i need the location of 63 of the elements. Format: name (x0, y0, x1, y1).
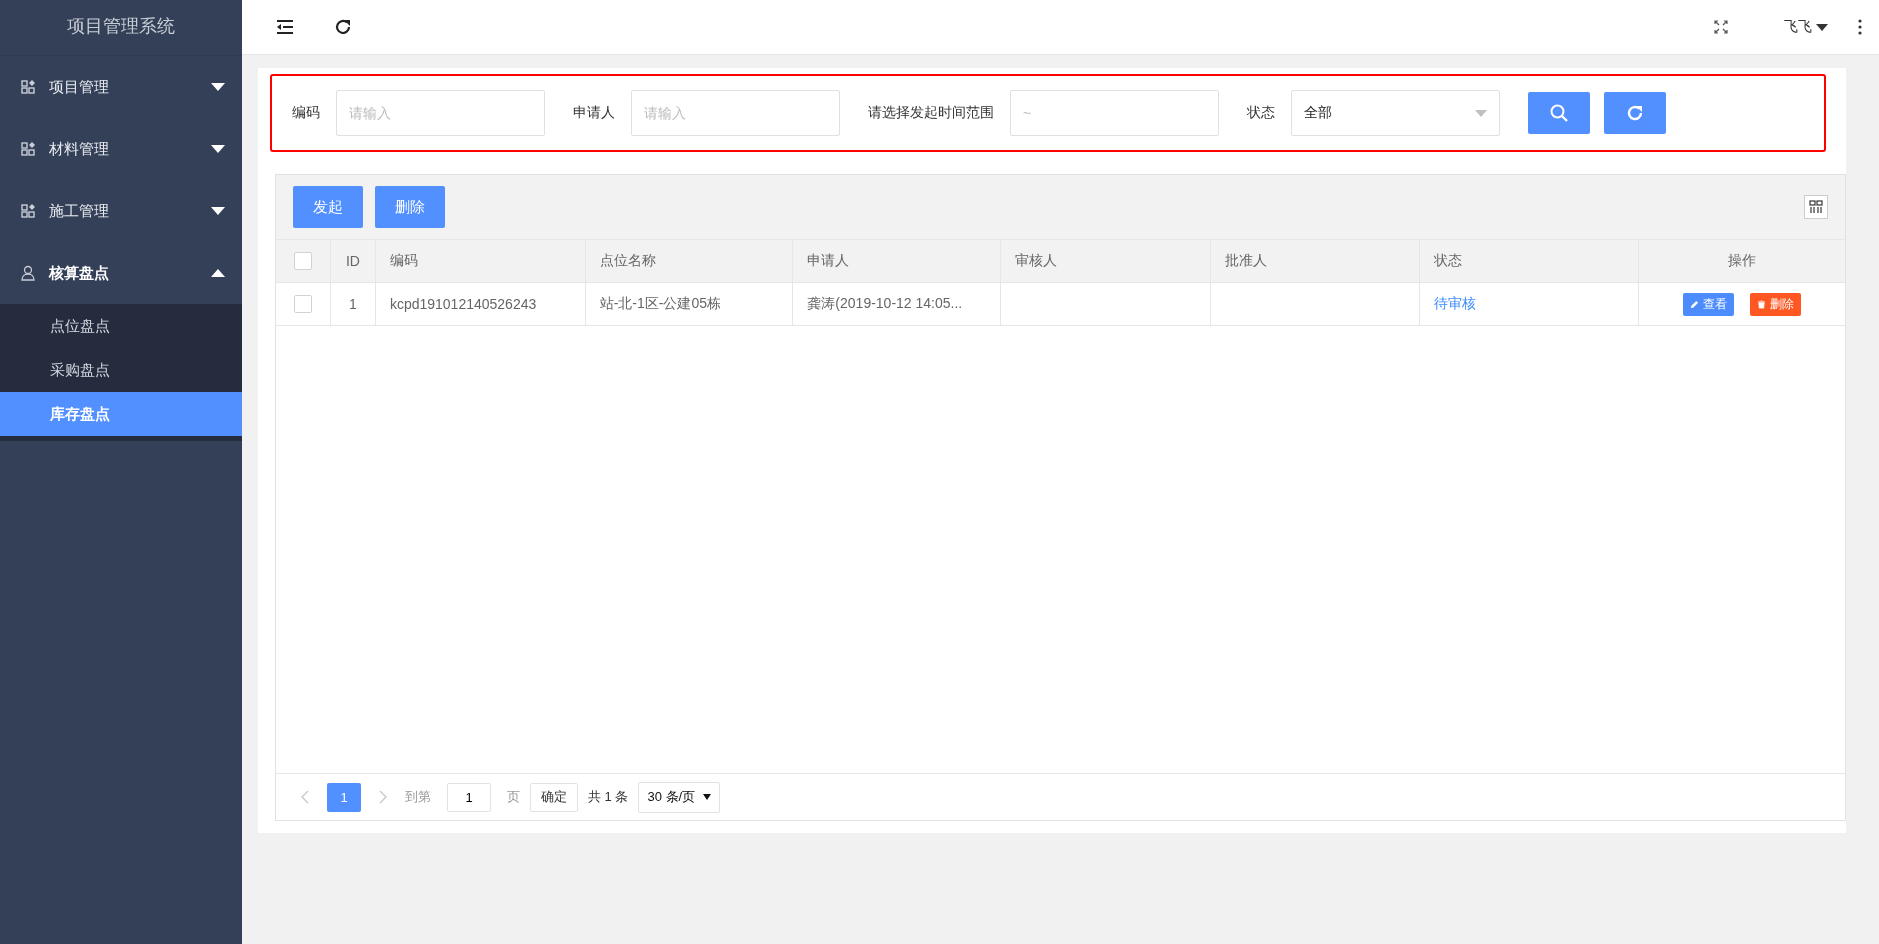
chevron-right-icon[interactable] (379, 790, 387, 804)
confirm-button[interactable]: 确定 (530, 782, 578, 812)
filter-label: 状态 (1247, 104, 1275, 122)
sidebar-submenu-item[interactable]: 采购盘点 (0, 348, 242, 392)
table-cell: kcpd191012140526243 (389, 296, 537, 312)
trash-icon (1757, 299, 1767, 309)
caret-up-icon (211, 269, 225, 277)
table-cell: 1 (349, 296, 357, 312)
column-header: ID (345, 253, 360, 269)
page-input[interactable]: 1 (447, 782, 491, 812)
page-unit-label: 页 (507, 788, 520, 806)
checkbox[interactable] (293, 295, 312, 313)
search-icon (1550, 104, 1568, 122)
table-cell: 龚涛(2019-10-12 14:05... (807, 295, 963, 313)
column-header: 申请人 (807, 252, 850, 270)
column-header: 点位名称 (599, 252, 656, 270)
sidebar-submenu-item[interactable]: 点位盘点 (0, 304, 242, 348)
reset-button[interactable] (1604, 92, 1666, 134)
sidebar-item-label: 核算盘点 (49, 263, 110, 283)
sidebar-item-label: 项目管理 (49, 77, 110, 97)
sidebar-menu-item[interactable]: 施工管理 (0, 180, 242, 242)
columns-icon[interactable] (1804, 195, 1828, 219)
caret-down-icon (211, 145, 225, 153)
filter-label: 编码 (292, 104, 320, 122)
grid-icon (21, 79, 37, 95)
sidebar-item-label: 材料管理 (49, 139, 110, 159)
pencil-icon (1690, 299, 1700, 309)
caret-down-icon (211, 207, 225, 215)
column-header: 编码 (389, 252, 418, 270)
refresh-icon (1626, 104, 1644, 122)
input-field[interactable]: ~ (1010, 90, 1219, 136)
grid-icon (21, 203, 37, 219)
filter-label: 申请人 (573, 104, 615, 122)
input-field[interactable]: 请输入 (336, 90, 545, 136)
filter-label: 请选择发起时间范围 (868, 104, 994, 122)
sidebar-menu-item[interactable]: 材料管理 (0, 118, 242, 180)
checkbox[interactable] (293, 252, 312, 270)
sidebar-menu-item[interactable]: 项目管理 (0, 56, 242, 118)
sidebar-menu-item[interactable]: 核算盘点 (0, 242, 242, 304)
table-cell: 站-北-1区-公建05栋 (599, 295, 721, 313)
user-menu[interactable]: 飞飞 (1784, 18, 1828, 36)
sidebar-item-label: 施工管理 (49, 201, 110, 221)
more-icon[interactable] (1858, 19, 1862, 35)
caret-down-icon (1475, 109, 1487, 117)
caret-down-icon (703, 794, 712, 800)
menu-fold-icon[interactable] (276, 19, 294, 35)
column-header: 操作 (1728, 252, 1757, 270)
status-select[interactable]: 全部 (1291, 90, 1500, 136)
page-size-select[interactable]: 30 条/页 (638, 781, 721, 813)
caret-down-icon (1816, 23, 1828, 31)
chevron-left-icon[interactable] (301, 790, 309, 804)
refresh-icon[interactable] (334, 18, 352, 36)
column-header: 批准人 (1224, 252, 1267, 270)
grid-icon (21, 141, 37, 157)
caret-down-icon (211, 83, 225, 91)
column-header: 状态 (1433, 252, 1462, 270)
fullscreen-icon[interactable] (1714, 20, 1728, 34)
goto-label: 到第 (405, 788, 431, 806)
search-button[interactable] (1528, 92, 1590, 134)
user-icon (21, 265, 37, 281)
input-field[interactable]: 请输入 (631, 90, 840, 136)
column-header: 审核人 (1015, 252, 1058, 270)
total-count: 共 1 条 (588, 788, 629, 806)
